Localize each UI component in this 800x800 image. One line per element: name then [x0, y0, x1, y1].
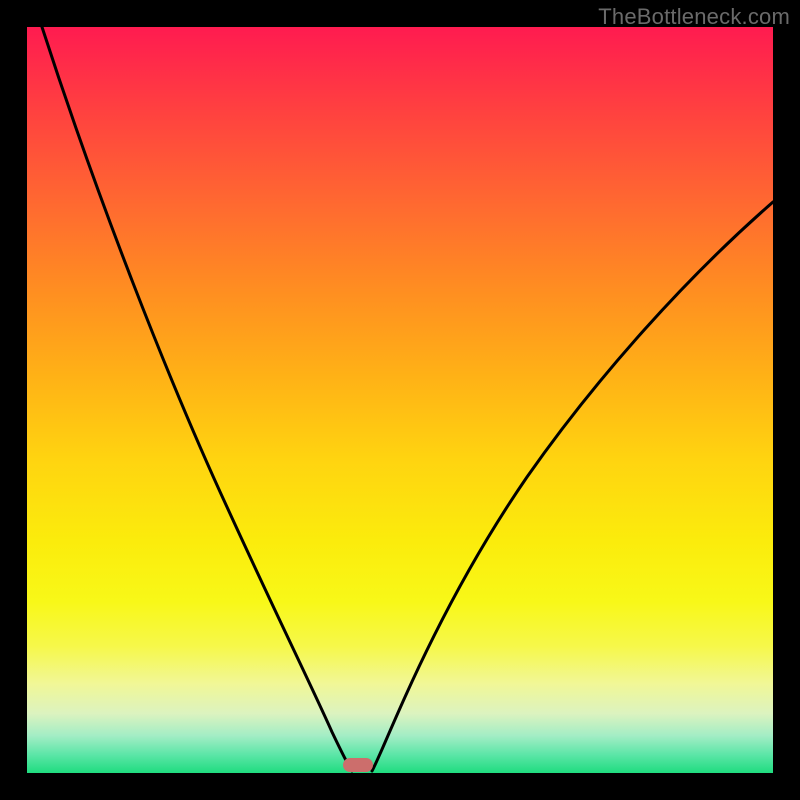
curve-left-branch [42, 27, 352, 771]
chart-frame: TheBottleneck.com [0, 0, 800, 800]
minimum-marker [343, 758, 373, 772]
plot-area [27, 27, 773, 773]
bottleneck-curve [27, 27, 773, 773]
curve-right-branch [372, 202, 773, 771]
